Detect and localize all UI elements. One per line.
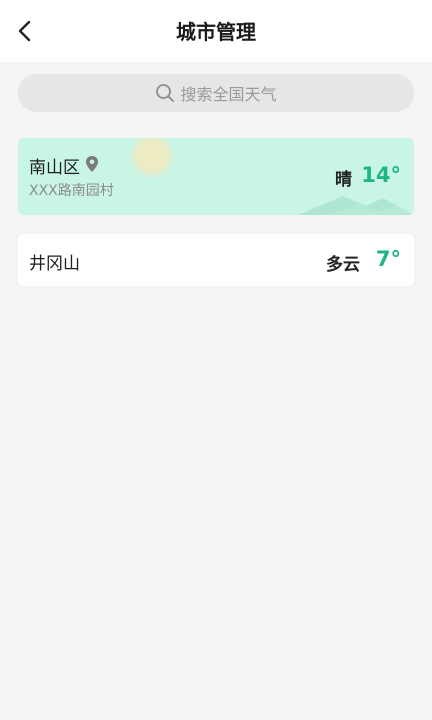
city-name: 南山区 <box>29 158 80 178</box>
top-bar: 城市管理 <box>0 0 432 62</box>
weather-condition: 晴 <box>335 170 352 190</box>
search-icon <box>155 83 175 103</box>
search-input[interactable]: 搜索全国天气 <box>18 74 414 112</box>
city-card-jinggangshan[interactable]: 井冈山 多云 7° <box>18 234 414 286</box>
temperature: 14° <box>361 163 401 187</box>
page-title: 城市管理 <box>176 20 256 44</box>
mountain-decoration <box>298 196 414 215</box>
location-pin-icon <box>86 156 98 172</box>
chevron-left-icon <box>18 20 31 42</box>
search-placeholder: 搜索全国天气 <box>180 85 277 104</box>
temperature: 7° <box>375 247 401 271</box>
sun-decoration <box>128 138 176 182</box>
back-button[interactable] <box>10 16 40 46</box>
city-address: XXX路南园村 <box>29 183 114 199</box>
city-card-nanshan[interactable]: 南山区 XXX路南园村 晴 14° <box>18 138 414 215</box>
weather-condition: 多云 <box>326 255 360 275</box>
city-name: 井冈山 <box>29 254 80 274</box>
